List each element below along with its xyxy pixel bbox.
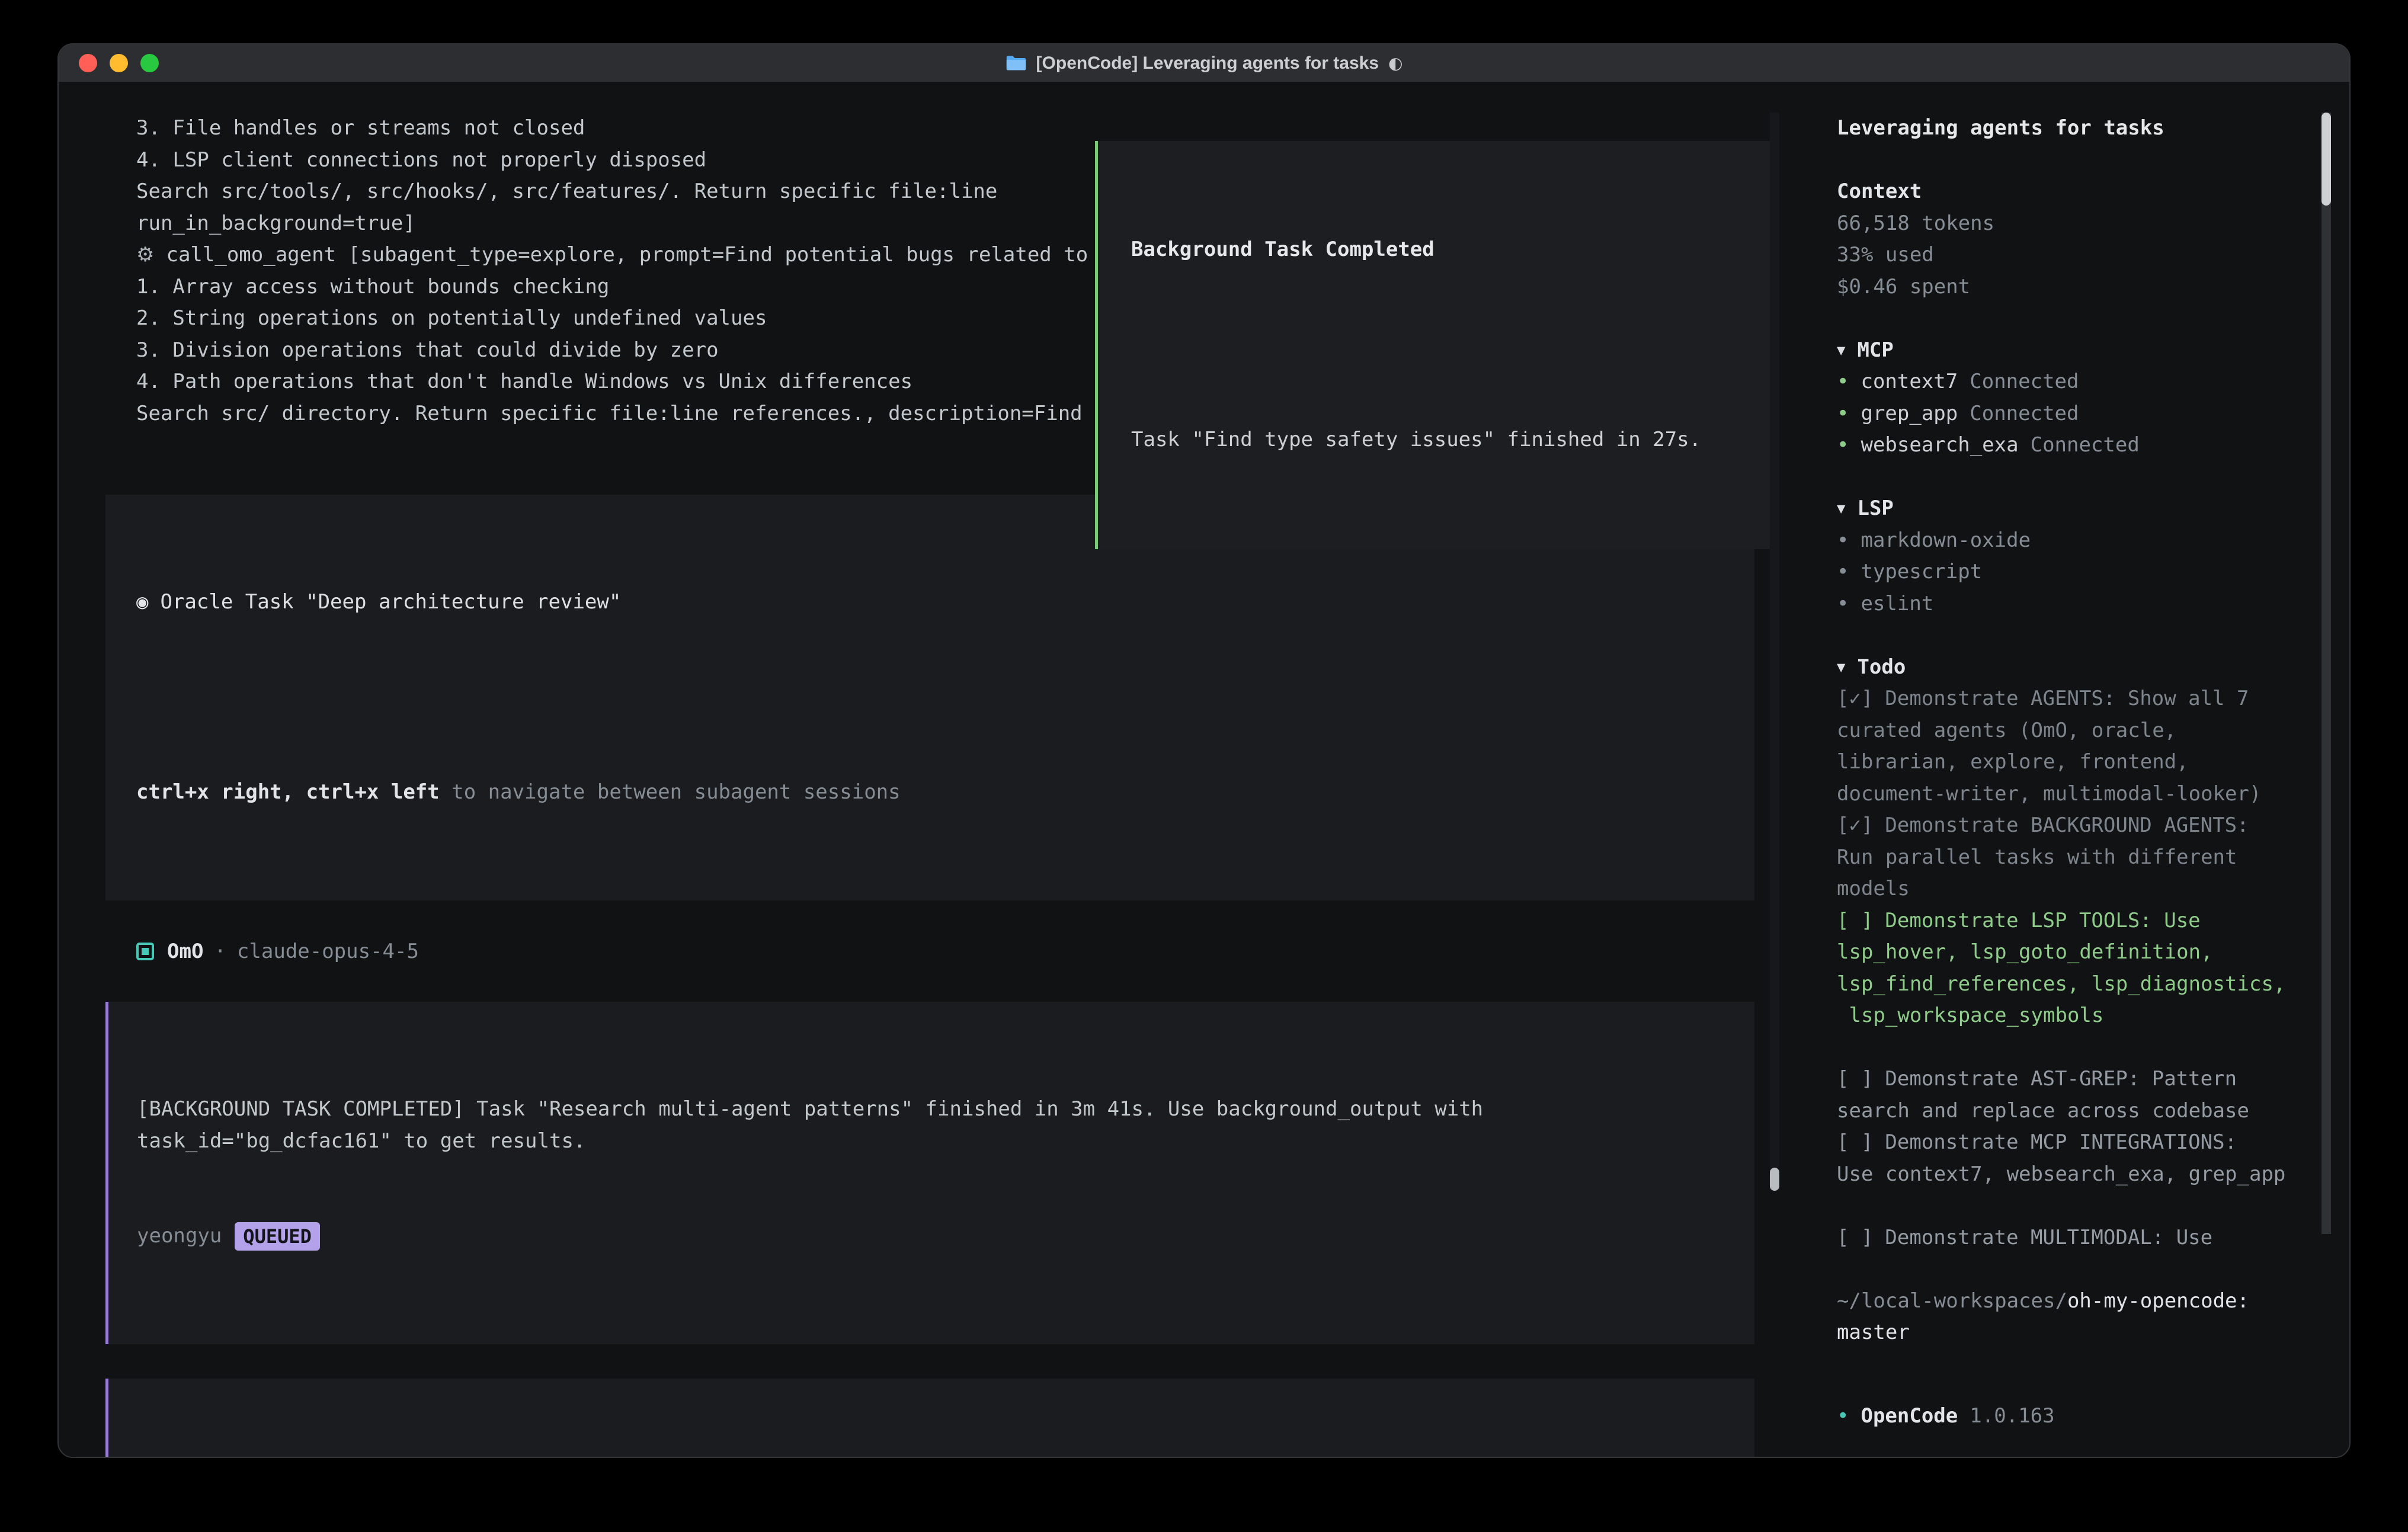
mcp-item: •websearch_exaConnected: [1837, 430, 2305, 461]
context-tokens: 66,518 tokens: [1837, 208, 2305, 240]
oracle-task-panel: ◉Oracle Task "Deep architecture review" …: [105, 495, 1754, 900]
agent-separator: ·: [214, 936, 226, 968]
app-version-row: • OpenCode 1.0.163: [1837, 1400, 2305, 1432]
mcp-item: •grep_appConnected: [1837, 398, 2305, 430]
message-card: [BACKGROUND TASK COMPLETED] Task "Find t…: [105, 1379, 1754, 1459]
gear-icon: ⚙: [136, 243, 154, 267]
git-branch: master: [1837, 1317, 2305, 1349]
agent-header: OmO · claude-opus-4-5: [105, 936, 1812, 968]
todo-item: [✓]Demonstrate AGENTS: Show all 7 curate…: [1837, 683, 2305, 810]
close-button[interactable]: [79, 54, 97, 72]
status-badge: QUEUED: [235, 1222, 320, 1251]
sidebar-scrollbar-track[interactable]: [2321, 113, 2331, 1234]
bullet-icon: •: [1837, 398, 1849, 430]
toast-title: Background Task Completed: [1131, 234, 1746, 266]
collapse-triangle-icon: ▼: [1837, 335, 1845, 367]
checkbox-empty-icon: [ ]: [1837, 909, 1873, 932]
todo-item: [ ]Demonstrate AST-GREP: Pattern search …: [1837, 1063, 2305, 1127]
lsp-item: •markdown-oxide: [1837, 525, 2305, 557]
agent-model: claude-opus-4-5: [237, 936, 419, 968]
bullet-icon: •: [1837, 1400, 1849, 1432]
app-name: OpenCode: [1861, 1400, 1958, 1432]
bullet-icon: •: [1837, 430, 1849, 461]
agent-icon: [136, 943, 154, 960]
checkbox-checked-icon: [✓]: [1837, 687, 1873, 710]
checkbox-checked-icon: [✓]: [1837, 813, 1873, 837]
lsp-item: •typescript: [1837, 556, 2305, 588]
chat-pane: 3. File handles or streams not closed 4.…: [59, 82, 1812, 1458]
oracle-task-title-line: ◉ Oracle Task "Deep architecture review": [136, 586, 1726, 618]
lsp-section-header[interactable]: ▼LSP: [1837, 493, 2305, 525]
workspace-path: ~/local-workspaces/oh-my-opencode:master: [1837, 1286, 2305, 1349]
todo-section-header[interactable]: ▼Todo: [1837, 652, 2305, 684]
message-author: yeongyu: [137, 1220, 222, 1252]
checkbox-empty-icon: [ ]: [1837, 1067, 1873, 1091]
message-card: [BACKGROUND TASK COMPLETED] Task "Resear…: [105, 1002, 1754, 1344]
todo-item: [✓]Demonstrate BACKGROUND AGENTS: Run pa…: [1837, 810, 2305, 905]
collapse-triangle-icon: ▼: [1837, 652, 1845, 684]
chat-scrollbar-track[interactable]: [1770, 113, 1779, 1191]
bullet-icon: •: [1837, 588, 1849, 620]
mcp-section-header[interactable]: ▼MCP: [1837, 335, 2305, 367]
chat-scrollbar-thumb[interactable]: [1770, 1168, 1779, 1191]
folder-icon: [1006, 55, 1027, 72]
todo-item: [ ]Demonstrate MCP INTEGRATIONS: Use con…: [1837, 1127, 2305, 1190]
checkbox-empty-icon: [ ]: [1837, 1130, 1873, 1154]
todo-item: [ ]Demonstrate LSP TOOLS: Use lsp_hover,…: [1837, 905, 2305, 1032]
mcp-item: •context7Connected: [1837, 366, 2305, 398]
titlebar: [OpenCode] Leveraging agents for tasks ◐: [59, 44, 2349, 82]
checkbox-empty-icon: [ ]: [1837, 1226, 1873, 1249]
todo-item: [ ]Demonstrate MULTIMODAL: Use: [1837, 1222, 2305, 1254]
session-activity-icon: ◐: [1388, 53, 1402, 73]
oracle-task-title: Oracle Task "Deep architecture review": [160, 590, 621, 614]
context-spent: $0.46 spent: [1837, 271, 2305, 303]
app-version: 1.0.163: [1970, 1400, 2054, 1432]
log-line: 3. File handles or streams not closed: [105, 113, 1754, 145]
context-heading: Context: [1837, 176, 2305, 208]
context-used: 33% used: [1837, 239, 2305, 271]
bullet-icon: •: [1837, 525, 1849, 557]
navigation-hint: ctrl+x right, ctrl+x left to navigate be…: [136, 777, 1726, 809]
agent-name: OmO: [167, 936, 203, 968]
session-title: Leveraging agents for tasks: [1837, 113, 2305, 145]
toast-body: Task "Find type safety issues" finished …: [1131, 424, 1746, 456]
sidebar-scrollbar-thumb[interactable]: [2321, 113, 2331, 206]
toast-notification: Background Task Completed Task "Find typ…: [1095, 141, 1779, 549]
zoom-button[interactable]: [140, 54, 159, 72]
window-title: [OpenCode] Leveraging agents for tasks: [1036, 53, 1379, 73]
hint-keys: ctrl+x right, ctrl+x left: [136, 780, 440, 804]
hint-text: to navigate between subagent sessions: [440, 780, 901, 804]
oracle-task-icon: ◉: [136, 590, 148, 614]
minimize-button[interactable]: [110, 54, 128, 72]
session-sidebar: Leveraging agents for tasks Context 66,5…: [1812, 82, 2349, 1458]
bullet-icon: •: [1837, 366, 1849, 398]
traffic-lights: [79, 44, 159, 82]
bullet-icon: •: [1837, 556, 1849, 588]
message-text: [BACKGROUND TASK COMPLETED] Task "Resear…: [137, 1094, 1726, 1157]
collapse-triangle-icon: ▼: [1837, 493, 1845, 525]
lsp-item: •eslint: [1837, 588, 2305, 620]
app-window: [OpenCode] Leveraging agents for tasks ◐…: [57, 43, 2351, 1458]
window-title-group: [OpenCode] Leveraging agents for tasks ◐: [1006, 53, 1403, 73]
